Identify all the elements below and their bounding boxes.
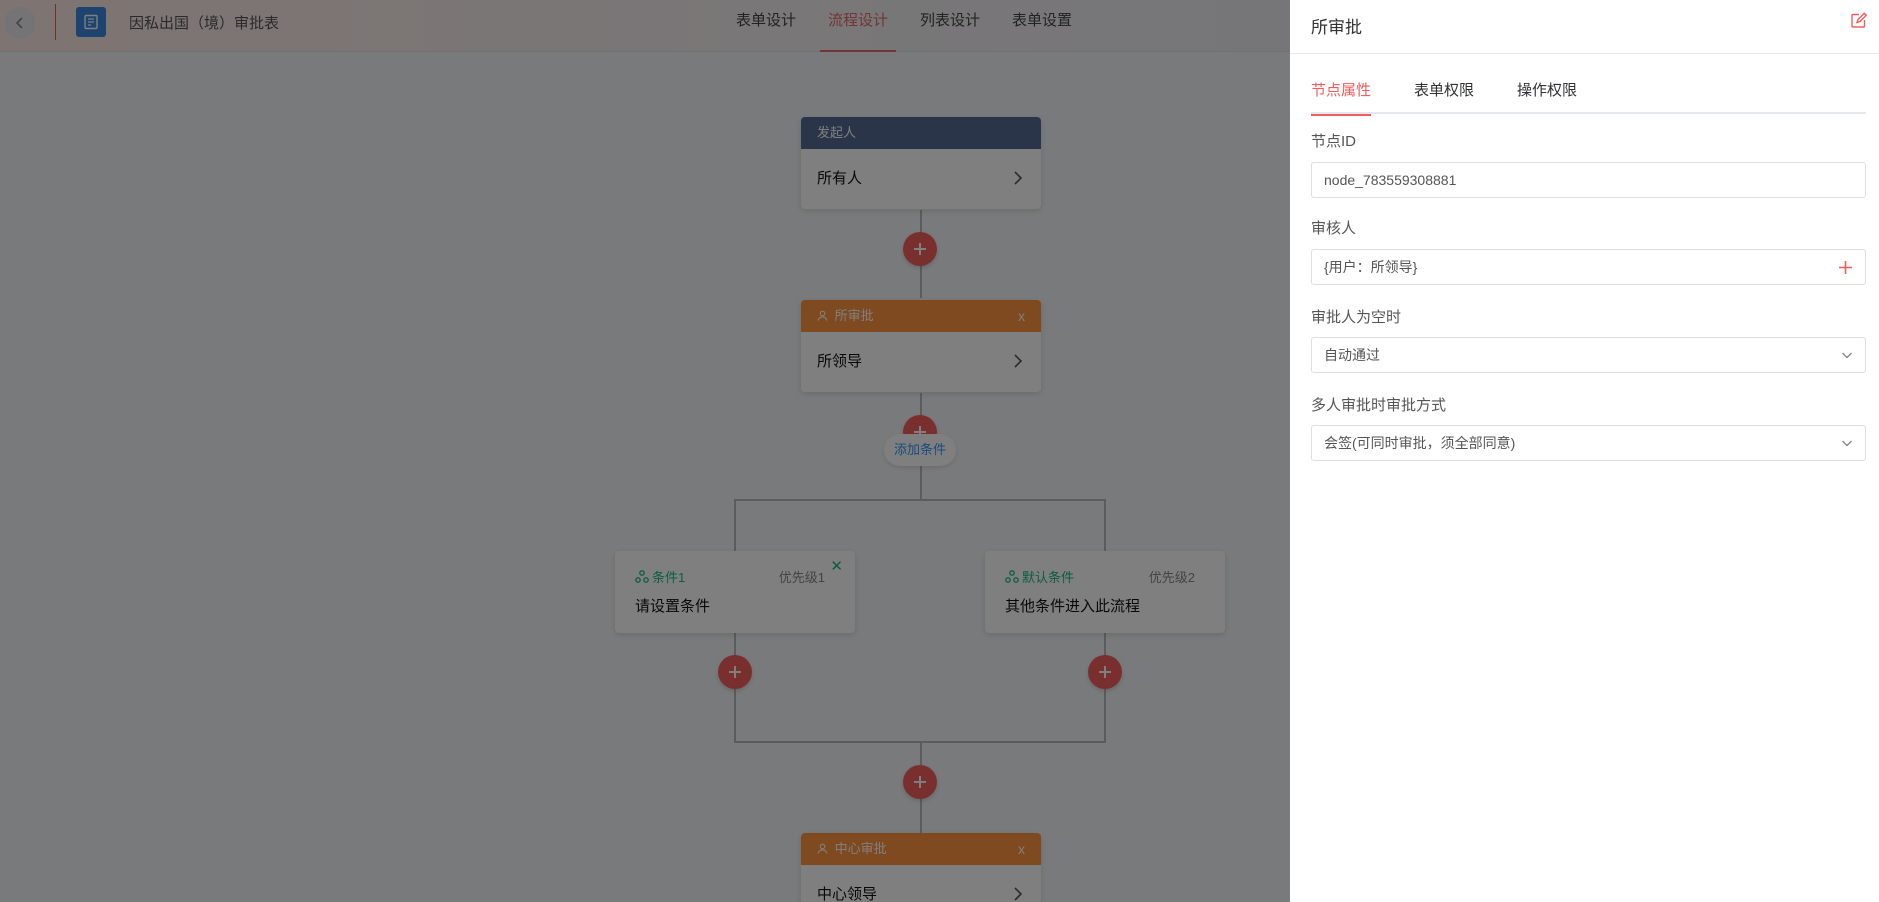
modal-overlay[interactable] bbox=[0, 0, 1290, 902]
empty-approver-select[interactable]: 自动通过 bbox=[1311, 337, 1866, 373]
reviewer-value: {用户：所领导} bbox=[1324, 259, 1418, 275]
plus-icon[interactable] bbox=[1838, 260, 1853, 275]
edit-icon[interactable] bbox=[1850, 12, 1867, 29]
multi-mode-label: 多人审批时审批方式 bbox=[1311, 397, 1447, 414]
node-id-value: node_783559308881 bbox=[1324, 172, 1457, 188]
tab-operation-permissions[interactable]: 操作权限 bbox=[1517, 70, 1577, 114]
drawer-title: 所审批 bbox=[1311, 18, 1362, 37]
drawer-divider bbox=[1290, 53, 1879, 54]
empty-approver-value: 自动通过 bbox=[1324, 347, 1380, 363]
chevron-down-icon bbox=[1842, 440, 1852, 447]
node-settings-drawer: 所审批 节点属性 表单权限 操作权限 节点ID node_78355930888… bbox=[1290, 0, 1879, 902]
multi-mode-value: 会签(可同时审批，须全部同意) bbox=[1324, 435, 1516, 451]
empty-approver-label: 审批人为空时 bbox=[1311, 309, 1402, 326]
drawer-tabs: 节点属性 表单权限 操作权限 bbox=[1311, 70, 1866, 116]
multi-mode-select[interactable]: 会签(可同时审批，须全部同意) bbox=[1311, 425, 1866, 461]
tab-node-properties[interactable]: 节点属性 bbox=[1311, 70, 1372, 116]
reviewer-label: 审核人 bbox=[1311, 220, 1357, 237]
tab-form-permissions[interactable]: 表单权限 bbox=[1414, 70, 1474, 114]
node-id-label: 节点ID bbox=[1311, 133, 1357, 150]
reviewer-field[interactable]: {用户：所领导} bbox=[1311, 249, 1866, 285]
node-id-field[interactable]: node_783559308881 bbox=[1311, 162, 1866, 198]
chevron-down-icon bbox=[1842, 352, 1852, 359]
